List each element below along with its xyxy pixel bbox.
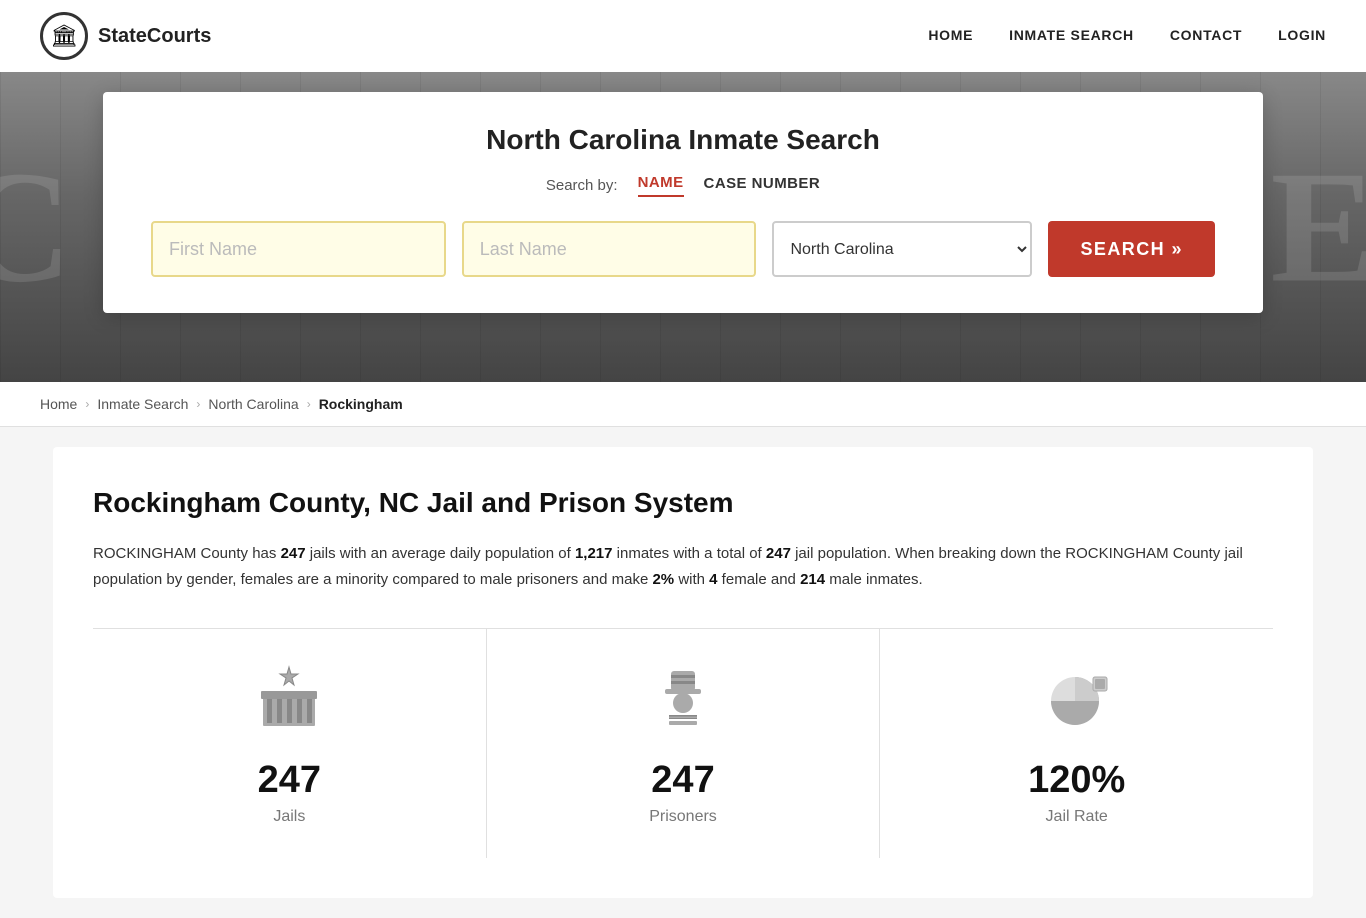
county-title: Rockingham County, NC Jail and Prison Sy… [93,487,1273,519]
county-name-inline: ROCKINGHAM [93,545,196,562]
male-count: 214 [800,571,825,588]
prisoners-stat-number: 247 [651,759,714,802]
jails-count: 247 [281,545,306,562]
county-name-inline-2: ROCKINGHAM [1065,545,1168,562]
nav-home[interactable]: HOME [928,27,973,43]
search-title: North Carolina Inmate Search [151,124,1215,156]
site-name: StateCourts [98,25,211,48]
state-select[interactable]: North Carolina Alabama Alaska Arizona Ar… [772,221,1032,277]
first-name-input[interactable] [151,221,446,277]
search-button[interactable]: SEARCH » [1048,221,1215,277]
main-content: Rockingham County, NC Jail and Prison Sy… [53,447,1313,898]
jails-stat-label: Jails [273,808,305,826]
jail-rate-stat-number: 120% [1028,759,1125,802]
stats-row: 247 Jails [93,628,1273,858]
nav-links: HOME INMATE SEARCH CONTACT LOGIN [928,27,1326,45]
stat-jail-rate: 120% Jail Rate [880,629,1273,858]
logo-icon: 🏛 [40,12,88,60]
search-by-label: Search by: [546,177,618,194]
prisoner-icon [647,661,719,743]
nav-inmate-search[interactable]: INMATE SEARCH [1009,27,1134,43]
hero-section: COURTHOUSE North Carolina Inmate Search … [0,72,1366,382]
breadcrumb: Home › Inmate Search › North Carolina › … [0,382,1366,427]
breadcrumb-current: Rockingham [319,396,403,412]
prisoners-stat-label: Prisoners [649,808,717,826]
logo-area[interactable]: 🏛 StateCourts [40,12,211,60]
nav-login[interactable]: LOGIN [1278,27,1326,43]
stat-prisoners: 247 Prisoners [487,629,881,858]
breadcrumb-home[interactable]: Home [40,396,77,412]
county-description: ROCKINGHAM County has 247 jails with an … [93,541,1273,592]
last-name-input[interactable] [462,221,757,277]
stat-jails: 247 Jails [93,629,487,858]
pie-chart-icon [1041,661,1113,743]
tab-name[interactable]: NAME [638,174,684,197]
search-card: North Carolina Inmate Search Search by: … [103,92,1263,313]
search-by-row: Search by: NAME CASE NUMBER [151,174,1215,197]
breadcrumb-sep-1: › [85,397,89,411]
female-pct: 2% [652,571,674,588]
jail-rate-stat-label: Jail Rate [1046,808,1108,826]
total-jail-pop: 247 [766,545,791,562]
navbar: 🏛 StateCourts HOME INMATE SEARCH CONTACT… [0,0,1366,72]
breadcrumb-north-carolina[interactable]: North Carolina [208,396,298,412]
nav-contact[interactable]: CONTACT [1170,27,1242,43]
breadcrumb-inmate-search[interactable]: Inmate Search [97,396,188,412]
tab-case-number[interactable]: CASE NUMBER [704,175,821,196]
search-inputs: North Carolina Alabama Alaska Arizona Ar… [151,221,1215,277]
breadcrumb-sep-2: › [196,397,200,411]
jails-stat-number: 247 [258,759,321,802]
female-count: 4 [709,571,717,588]
breadcrumb-sep-3: › [307,397,311,411]
jail-icon [253,661,325,743]
avg-population: 1,217 [575,545,613,562]
